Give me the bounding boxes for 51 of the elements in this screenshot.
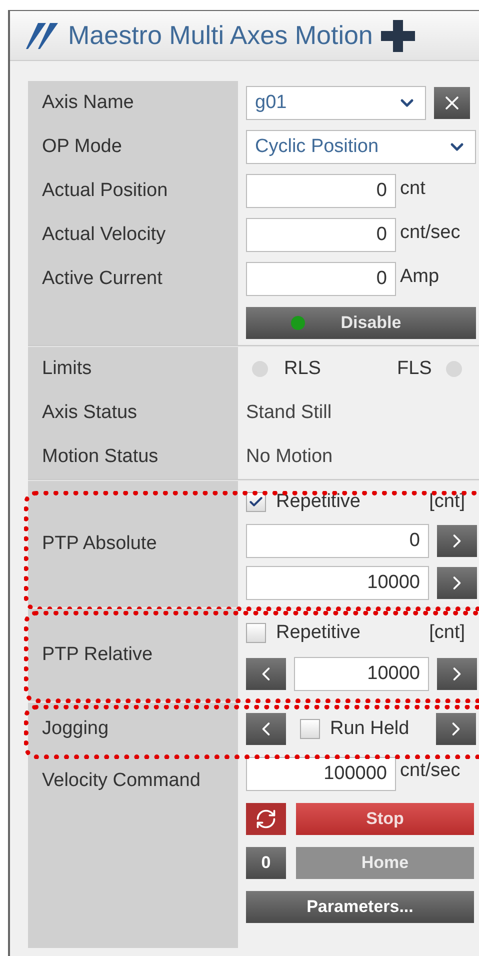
number-field[interactable]: 0 <box>246 524 429 558</box>
field-label: [cnt] <box>429 620 465 645</box>
checkbox[interactable] <box>246 492 266 512</box>
close-button[interactable] <box>434 87 470 119</box>
field-label: Jogging <box>42 716 109 741</box>
unit-label: cnt/sec <box>400 221 460 245</box>
axis-dropdown[interactable]: g01 <box>246 86 426 120</box>
go-button[interactable] <box>437 525 477 558</box>
field-label: FLS <box>396 356 432 381</box>
parameters-button[interactable]: Parameters... <box>246 891 474 923</box>
field-label: Actual Position <box>42 178 168 203</box>
field-label: Motion Status <box>42 444 158 469</box>
field-label: Velocity Command <box>42 770 200 791</box>
status-value: Stand Still <box>246 400 332 425</box>
field-label: Run Held <box>330 716 410 741</box>
field-label: Active Current <box>42 266 162 291</box>
status-value: No Motion <box>246 444 333 469</box>
field-label: Actual Velocity <box>42 222 166 247</box>
number-field[interactable]: 0 <box>246 218 396 252</box>
field-label: OP Mode <box>42 134 122 159</box>
window-title: Maestro Multi Axes Motion <box>68 19 373 52</box>
jog-forward-button[interactable] <box>436 713 476 745</box>
field-label: Axis Status <box>42 400 138 425</box>
plus-icon[interactable] <box>380 20 415 52</box>
unit-label: cnt <box>400 177 426 201</box>
field-label: Limits <box>42 356 92 381</box>
go-button[interactable] <box>437 567 477 600</box>
field-label: PTP Absolute <box>42 532 157 556</box>
unit-label: Amp <box>400 265 440 289</box>
field-label: Repetitive <box>276 620 360 645</box>
step-forward-button[interactable] <box>437 658 477 690</box>
field-label: PTP Relative <box>42 642 153 667</box>
number-field[interactable]: 100000 <box>246 757 396 791</box>
reset-button[interactable] <box>246 803 286 835</box>
step-back-button[interactable] <box>246 658 286 690</box>
refresh-icon <box>255 808 277 830</box>
stop-button[interactable]: Stop <box>296 803 474 835</box>
field-label: [cnt] <box>429 490 465 514</box>
field-label: RLS <box>284 356 321 381</box>
mode-dropdown[interactable]: Cyclic Position <box>246 130 476 164</box>
number-field[interactable]: 0 <box>246 174 396 208</box>
number-field[interactable]: 10000 <box>294 657 429 692</box>
checkbox[interactable] <box>246 623 266 643</box>
field-label: Repetitive <box>276 490 360 514</box>
field-label: Axis Name <box>42 90 134 115</box>
checkbox[interactable] <box>300 719 320 739</box>
jog-back-button[interactable] <box>246 713 286 745</box>
number-field[interactable]: 10000 <box>246 566 429 600</box>
number-field[interactable]: 0 <box>246 262 396 296</box>
unit-label: cnt/sec <box>400 759 460 783</box>
disable-button[interactable]: Disable <box>246 307 476 339</box>
